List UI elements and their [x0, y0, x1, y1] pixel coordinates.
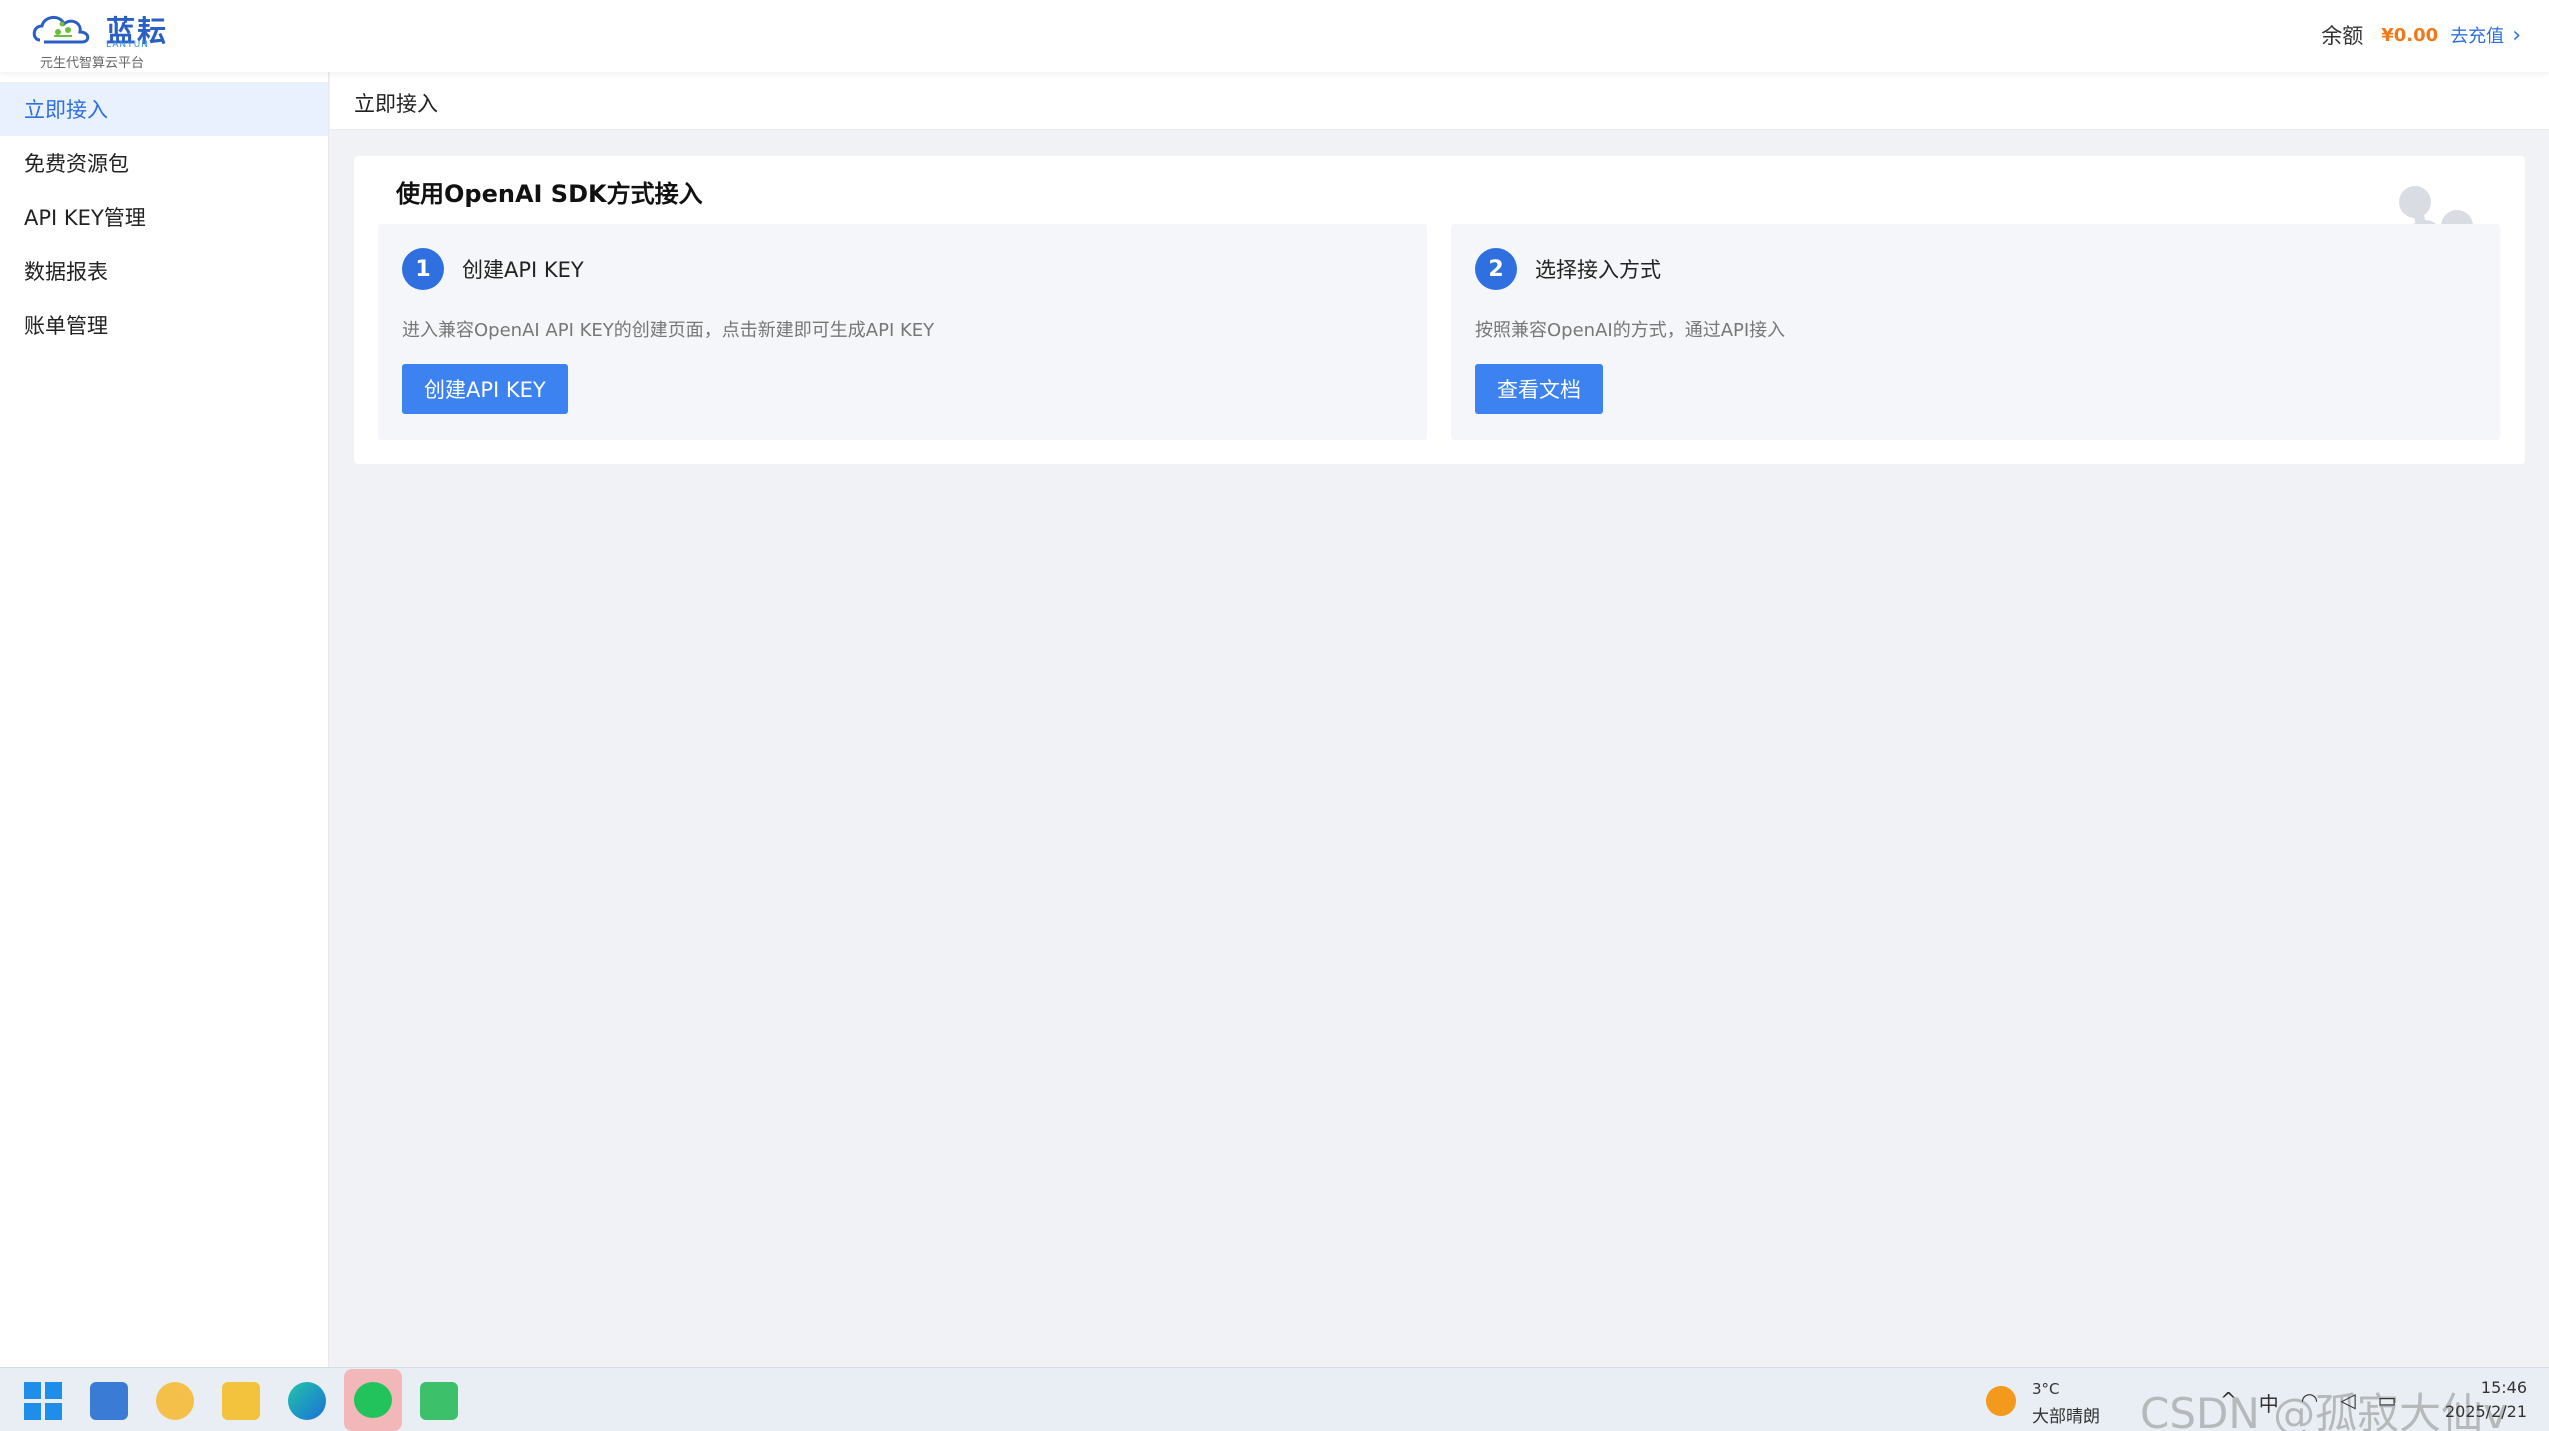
recharge-label: 去充值	[2450, 26, 2505, 47]
openai-sdk-card: 使用OpenAI SDK方式接入 1 创建API KEY 进入兼容OpenAI …	[354, 156, 2525, 464]
balance-label: 余额	[2321, 24, 2364, 48]
cloud-logo-icon	[32, 16, 90, 44]
chevron-up-icon[interactable]: ^	[2220, 1388, 2237, 1417]
recharge-link[interactable]: 去充值 ›	[2450, 22, 2521, 48]
create-api-key-button[interactable]: 创建API KEY	[402, 364, 568, 414]
step-title: 创建API KEY	[462, 258, 584, 282]
step-description: 按照兼容OpenAI的方式，通过API接入	[1475, 320, 1786, 341]
windows-taskbar: 3°C 大部晴朗 CSDN @孤寂大仙v ^ 中 ◠ ◁ ▭ 15:46 202…	[0, 1367, 2549, 1431]
step-header: 1 创建API KEY	[402, 248, 584, 290]
clock-time: 15:46	[2480, 1378, 2527, 1397]
logo-tagline: 元生代智算云平台	[40, 56, 145, 71]
system-tray: ^ 中 ◠ ◁ ▭	[2220, 1388, 2397, 1417]
wifi-icon[interactable]: ◠	[2301, 1388, 2318, 1417]
balance-area: 余额 ¥0.00 去充值 ›	[2321, 20, 2521, 50]
step-header: 2 选择接入方式	[1475, 248, 1661, 290]
logo-sub: LANYUN	[106, 40, 149, 50]
sidebar-item-connect[interactable]: 立即接入	[0, 82, 328, 136]
weather-temp: 3°C	[2032, 1380, 2060, 1398]
step-description: 进入兼容OpenAI API KEY的创建页面，点击新建即可生成API KEY	[402, 320, 935, 341]
chevron-right-icon: ›	[2512, 22, 2521, 48]
lanyun-logo[interactable]: 蓝耘 LANYUN 元生代智算云平台	[32, 6, 182, 71]
balance-amount: ¥0.00	[2381, 24, 2439, 46]
step-number: 1	[402, 248, 444, 290]
clock[interactable]: 15:46 2025/2/21	[2445, 1376, 2527, 1424]
remote-desktop-icon[interactable]	[420, 1382, 458, 1420]
edge-browser-icon[interactable]	[288, 1382, 326, 1420]
file-explorer-icon[interactable]	[222, 1382, 260, 1420]
step-create-key: 1 创建API KEY 进入兼容OpenAI API KEY的创建页面，点击新建…	[378, 224, 1427, 440]
clock-date: 2025/2/21	[2444, 1402, 2527, 1421]
card-title: 使用OpenAI SDK方式接入	[396, 180, 703, 208]
sidebar: 立即接入 免费资源包 API KEY管理 数据报表 账单管理	[0, 72, 329, 1367]
battery-icon[interactable]: ▭	[2378, 1388, 2397, 1417]
weather-sun-icon	[1986, 1386, 2016, 1416]
view-docs-button[interactable]: 查看文档	[1475, 364, 1603, 414]
weather-desc: 大部晴朗	[2032, 1407, 2100, 1427]
sidebar-item-api-key[interactable]: API KEY管理	[0, 190, 328, 244]
paint-icon[interactable]	[156, 1382, 194, 1420]
volume-icon[interactable]: ◁	[2340, 1388, 2355, 1417]
store-icon[interactable]	[90, 1382, 128, 1420]
step-number: 2	[1475, 248, 1517, 290]
top-header: 蓝耘 LANYUN 元生代智算云平台 余额 ¥0.00 去充值 ›	[0, 0, 2549, 72]
step-title: 选择接入方式	[1535, 258, 1661, 282]
windows-start-icon[interactable]	[24, 1382, 62, 1420]
breadcrumb-bar: 立即接入	[330, 72, 2549, 130]
ime-indicator[interactable]: 中	[2259, 1388, 2279, 1417]
sidebar-item-billing[interactable]: 账单管理	[0, 298, 328, 352]
sidebar-item-free-package[interactable]: 免费资源包	[0, 136, 328, 190]
wechat-icon[interactable]	[344, 1369, 402, 1431]
sidebar-item-reports[interactable]: 数据报表	[0, 244, 328, 298]
step-choose-method: 2 选择接入方式 按照兼容OpenAI的方式，通过API接入 查看文档	[1451, 224, 2500, 440]
breadcrumb: 立即接入	[354, 92, 438, 116]
